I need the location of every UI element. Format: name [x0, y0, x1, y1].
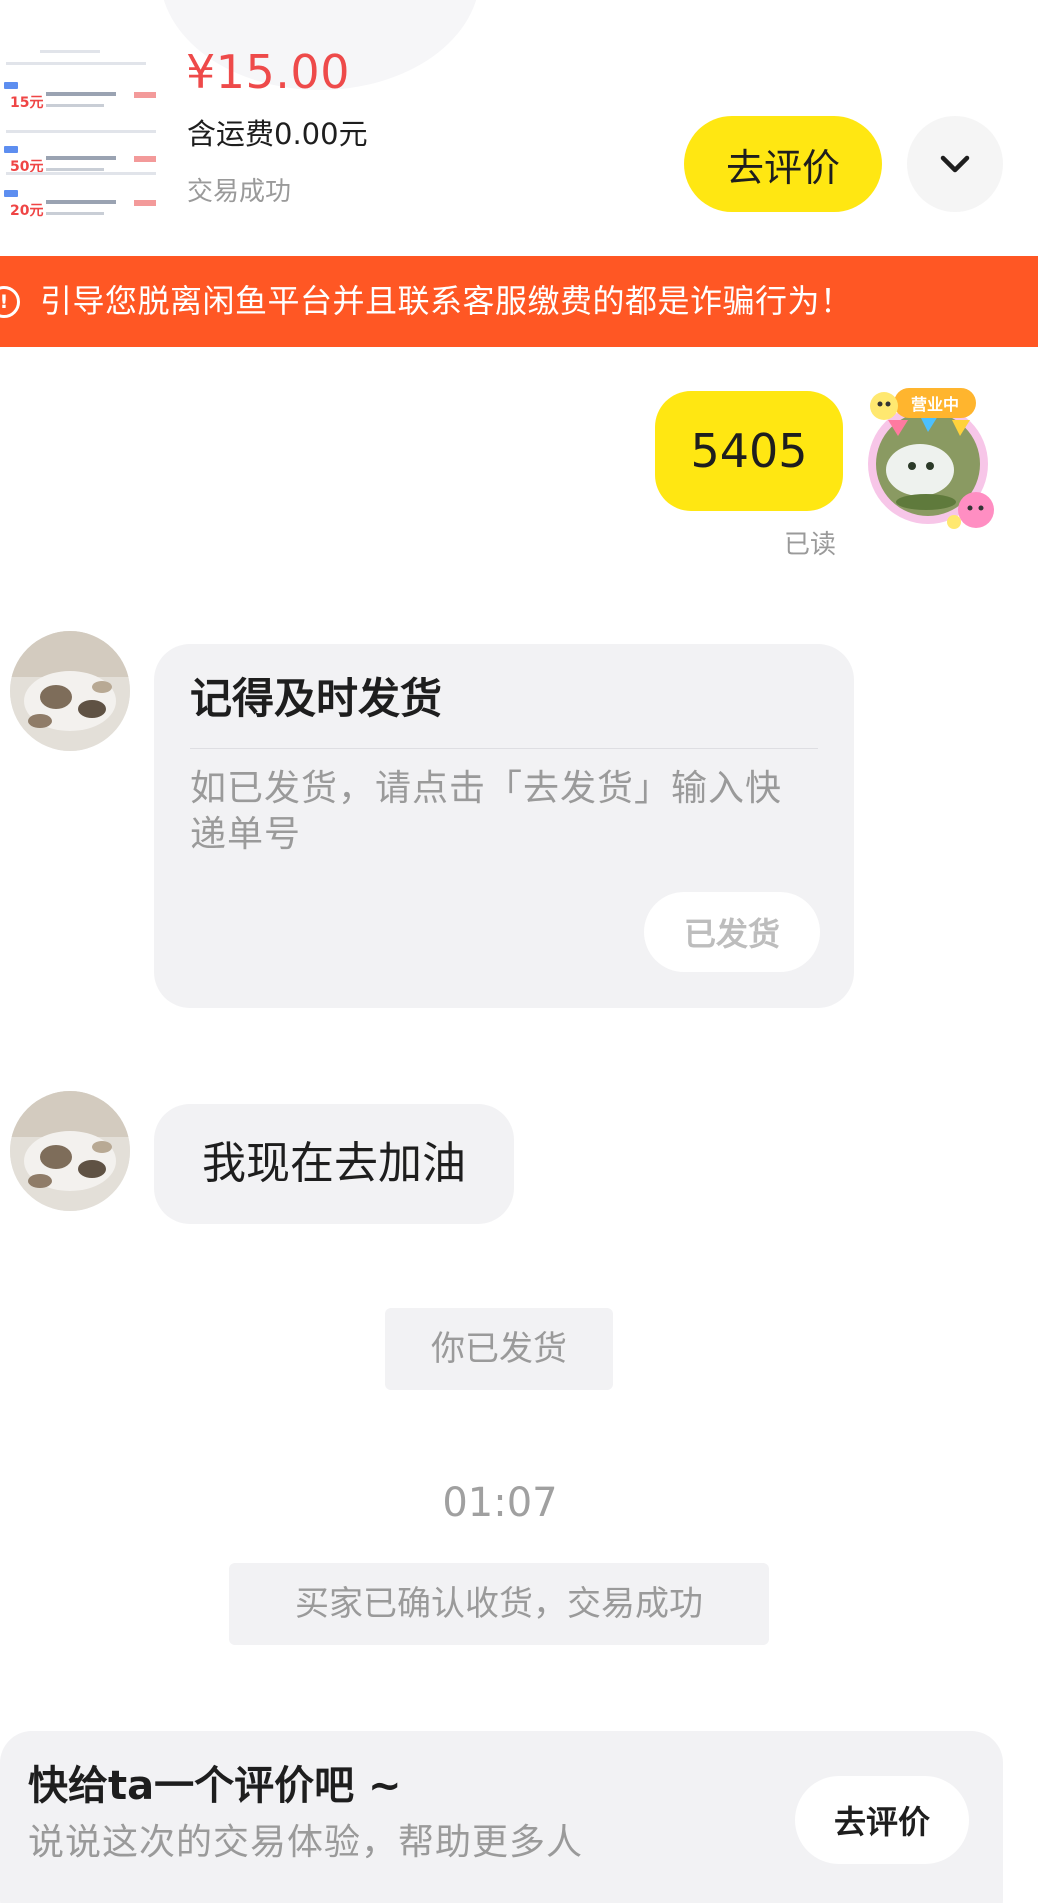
order-status: 交易成功: [187, 177, 292, 207]
message-bubble-other[interactable]: 我现在去加油: [154, 1104, 514, 1224]
buyer-avatar[interactable]: [10, 631, 130, 751]
order-header: 15元 50元 20元 ¥15.00 含运费0.00元 交易成功 去评价: [0, 0, 1038, 255]
message-timestamp: 01:07: [442, 1480, 558, 1526]
card-body: 如已发货，请点击「去发货」输入快递单号: [190, 768, 783, 855]
avatar-badge-text: 营业中: [911, 395, 959, 414]
expand-button[interactable]: [907, 116, 1003, 212]
system-notice-shipped: 你已发货: [385, 1308, 613, 1390]
chat-page: 15元 50元 20元 ¥15.00 含运费0.00元 交易成功 去评价 ! 引…: [0, 0, 1038, 1903]
divider: [190, 748, 818, 749]
product-thumbnail[interactable]: 15元 50元 20元: [0, 48, 168, 236]
review-prompt-card: 快给ta一个评价吧 ~ 说说这次的交易体验，帮助更多人 去评价: [0, 1731, 1003, 1903]
exclamation-circle-icon: !: [0, 286, 20, 318]
read-receipt: 已读: [784, 530, 837, 560]
message-bubble-self[interactable]: 5405: [655, 391, 843, 511]
card-title: 记得及时发货: [190, 674, 443, 723]
order-price: ¥15.00: [186, 45, 350, 99]
chevron-down-icon: [940, 155, 970, 173]
review-prompt-subtitle: 说说这次的交易体验，帮助更多人: [28, 1822, 584, 1863]
buyer-avatar[interactable]: [10, 1091, 130, 1211]
review-button[interactable]: 去评价: [684, 116, 882, 212]
warning-text: 引导您脱离闲鱼平台并且联系客服缴费的都是诈骗行为！: [40, 282, 853, 320]
shipping-fee: 含运费0.00元: [187, 117, 368, 151]
ship-reminder-card: 记得及时发货 如已发货，请点击「去发货」输入快递单号 已发货: [154, 644, 854, 1008]
shipped-button[interactable]: 已发货: [644, 892, 820, 972]
review-prompt-button[interactable]: 去评价: [795, 1776, 969, 1864]
system-notice-confirmed: 买家已确认收货，交易成功: [229, 1563, 769, 1645]
review-prompt-title: 快给ta一个评价吧 ~: [28, 1763, 402, 1809]
fraud-warning-banner: ! 引导您脱离闲鱼平台并且联系客服缴费的都是诈骗行为！: [0, 256, 1038, 347]
self-avatar[interactable]: 营业中: [858, 386, 1004, 532]
